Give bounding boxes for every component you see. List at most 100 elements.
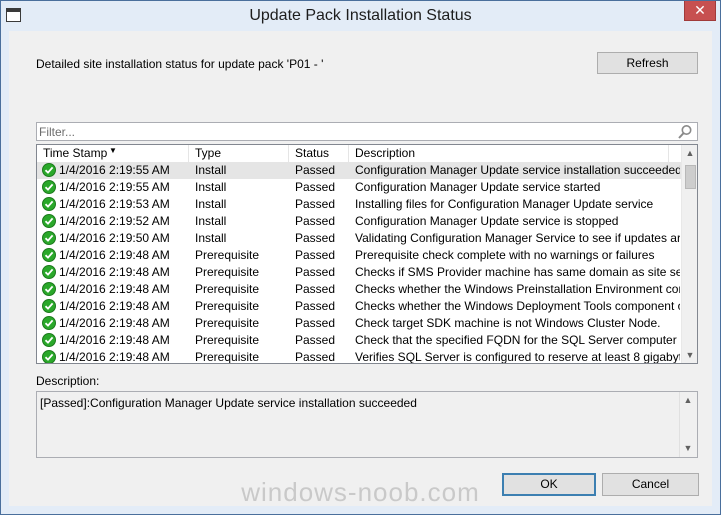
filter-input[interactable]: [39, 124, 669, 139]
check-circle-icon: [42, 180, 56, 194]
table-row[interactable]: 1/4/2016 2:19:48 AM Prerequisite Passed Che…: [37, 298, 682, 315]
cell-description: Configuration Manager Update service ins…: [355, 163, 680, 177]
cell-time-stamp: 1/4/2016 2:19:55 AM: [59, 163, 170, 177]
cell-type: Prerequisite: [195, 299, 260, 313]
check-circle-icon: [42, 248, 56, 262]
watermark: windows-noob.com: [241, 477, 480, 507]
cell-time-stamp: 1/4/2016 2:19:48 AM: [59, 265, 170, 279]
window-title: Update Pack Installation Status: [249, 7, 472, 24]
table-row[interactable]: 1/4/2016 2:19:48 AM Prerequisite Passed Che…: [37, 315, 682, 332]
check-circle-icon: [42, 299, 56, 313]
cell-type: Install: [195, 231, 227, 245]
cell-type: Install: [195, 163, 227, 177]
cell-time-stamp: 1/4/2016 2:19:52 AM: [59, 214, 170, 228]
check-circle-icon: [42, 214, 56, 228]
column-header-description-label: Description: [355, 146, 416, 160]
table-row[interactable]: 1/4/2016 2:19:48 AM Prerequisite Passed Che…: [37, 332, 682, 349]
check-circle-icon: [42, 163, 56, 177]
cell-time-stamp: 1/4/2016 2:19:53 AM: [59, 197, 170, 211]
table-row[interactable]: 1/4/2016 2:19:55 AM Install Passed Configur…: [37, 162, 682, 179]
status-text: Detailed site installation status for up…: [36, 57, 324, 71]
description-text: [Passed]:Configuration Manager Update se…: [40, 396, 417, 410]
cell-type: Prerequisite: [195, 265, 260, 279]
cell-status: Passed: [295, 350, 336, 364]
cell-status: Passed: [295, 282, 336, 296]
cell-description: Checks whether the Windows Preinstallati…: [355, 282, 680, 296]
close-button[interactable]: ✕: [684, 1, 716, 21]
check-circle-icon: [42, 316, 56, 330]
cell-status: Passed: [295, 248, 336, 262]
dialog-window: Update Pack Installation Status ✕ Detail…: [0, 0, 721, 515]
cell-description: Verifies SQL Server is configured to res…: [355, 350, 680, 364]
cell-time-stamp: 1/4/2016 2:19:48 AM: [59, 299, 170, 313]
cell-description: Prerequisite check complete with no warn…: [355, 248, 655, 262]
cell-time-stamp: 1/4/2016 2:19:48 AM: [59, 248, 170, 262]
table-row[interactable]: 1/4/2016 2:19:48 AM Prerequisite Passed Che…: [37, 281, 682, 298]
column-header-status[interactable]: Status: [289, 145, 349, 162]
dialog-body: Detailed site installation status for up…: [9, 31, 712, 506]
refresh-button-label: Refresh: [626, 56, 669, 70]
cell-status: Passed: [295, 197, 336, 211]
description-scrollbar[interactable]: ▲ ▼: [679, 392, 697, 457]
cell-status: Passed: [295, 214, 336, 228]
scroll-down-icon[interactable]: ▼: [682, 347, 697, 363]
cell-description: Configuration Manager Update service is …: [355, 214, 619, 228]
table-row[interactable]: 1/4/2016 2:19:55 AM Install Passed Configur…: [37, 179, 682, 196]
list-rows: 1/4/2016 2:19:55 AM Install Passed Configur…: [37, 162, 682, 364]
cell-status: Passed: [295, 231, 336, 245]
cell-status: Passed: [295, 299, 336, 313]
table-row[interactable]: 1/4/2016 2:19:52 AM Install Passed Configur…: [37, 213, 682, 230]
check-circle-icon: [42, 231, 56, 245]
cell-type: Install: [195, 197, 227, 211]
filter-box: [36, 122, 698, 141]
cell-time-stamp: 1/4/2016 2:19:50 AM: [59, 231, 170, 245]
cell-description: Check that the specified FQDN for the SQ…: [355, 333, 680, 347]
description-scroll-down-icon[interactable]: ▼: [680, 440, 696, 456]
table-row[interactable]: 1/4/2016 2:19:53 AM Install Passed Installi…: [37, 196, 682, 213]
column-header-time-stamp[interactable]: Time Stamp ▼: [37, 145, 189, 162]
cell-description: Check target SDK machine is not Windows …: [355, 316, 661, 330]
status-list[interactable]: Time Stamp ▼ Type Status Description 1/4…: [36, 144, 698, 364]
check-circle-icon: [42, 197, 56, 211]
table-row[interactable]: 1/4/2016 2:19:48 AM Prerequisite Passed Pre…: [37, 247, 682, 264]
cell-time-stamp: 1/4/2016 2:19:48 AM: [59, 333, 170, 347]
cell-type: Install: [195, 214, 227, 228]
check-circle-icon: [42, 265, 56, 279]
search-icon[interactable]: [677, 124, 693, 140]
cell-description: Configuration Manager Update service sta…: [355, 180, 601, 194]
scroll-thumb[interactable]: [685, 165, 696, 189]
title-bar[interactable]: Update Pack Installation Status ✕: [1, 1, 720, 31]
cell-type: Prerequisite: [195, 316, 260, 330]
list-header: Time Stamp ▼ Type Status Description: [37, 145, 682, 163]
table-row[interactable]: 1/4/2016 2:19:48 AM Prerequisite Passed Che…: [37, 264, 682, 281]
cell-status: Passed: [295, 316, 336, 330]
list-vertical-scrollbar[interactable]: ▲ ▼: [681, 145, 697, 363]
description-scroll-up-icon[interactable]: ▲: [680, 392, 696, 408]
column-header-time-stamp-label: Time Stamp: [43, 146, 108, 160]
scroll-up-icon[interactable]: ▲: [682, 145, 697, 161]
cell-time-stamp: 1/4/2016 2:19:48 AM: [59, 316, 170, 330]
refresh-button[interactable]: Refresh: [597, 52, 698, 74]
cell-status: Passed: [295, 163, 336, 177]
table-row[interactable]: 1/4/2016 2:19:50 AM Install Passed Validati…: [37, 230, 682, 247]
check-circle-icon: [42, 350, 56, 363]
cell-time-stamp: 1/4/2016 2:19:48 AM: [59, 282, 170, 296]
cell-time-stamp: 1/4/2016 2:19:48 AM: [59, 350, 170, 364]
column-header-status-label: Status: [295, 146, 330, 160]
cell-status: Passed: [295, 180, 336, 194]
cell-type: Prerequisite: [195, 282, 260, 296]
column-header-type[interactable]: Type: [189, 145, 289, 162]
check-circle-icon: [42, 282, 56, 296]
cell-type: Prerequisite: [195, 248, 260, 262]
cell-type: Install: [195, 180, 227, 194]
cell-type: Prerequisite: [195, 350, 260, 364]
column-header-type-label: Type: [195, 146, 222, 160]
cell-description: Installing files for Configuration Manag…: [355, 197, 654, 211]
table-row[interactable]: 1/4/2016 2:19:48 AM Prerequisite Passed Ver…: [37, 349, 682, 364]
description-box[interactable]: [Passed]:Configuration Manager Update se…: [36, 391, 698, 458]
column-header-description[interactable]: Description: [349, 145, 669, 162]
cell-type: Prerequisite: [195, 333, 260, 347]
check-circle-icon: [42, 333, 56, 347]
cell-status: Passed: [295, 265, 336, 279]
cell-status: Passed: [295, 333, 336, 347]
